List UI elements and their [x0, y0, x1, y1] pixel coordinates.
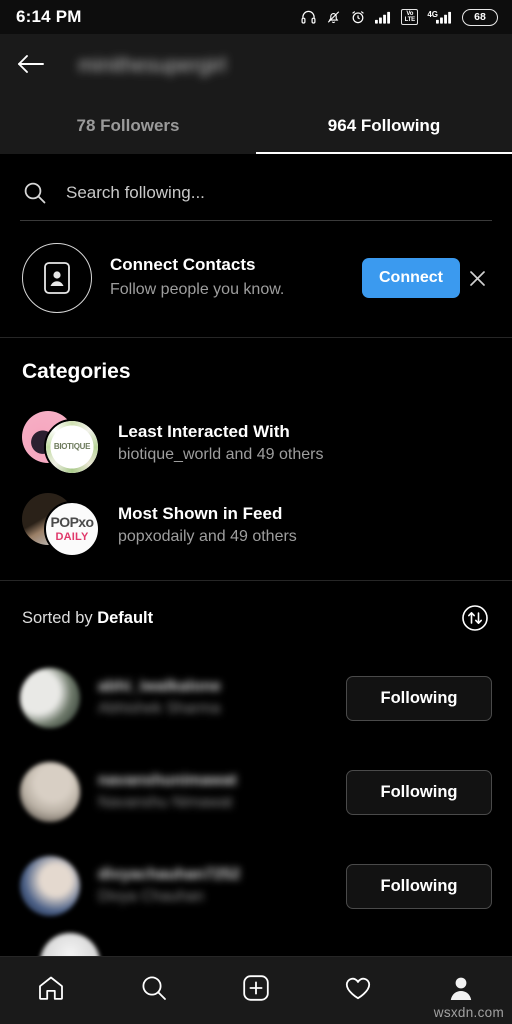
list-item-text: navanshunimawat Navanshu Nimawat [98, 772, 346, 812]
avatar-primary: POPxo DAILY [44, 501, 100, 557]
category-avatar-stack: POPxo DAILY [22, 493, 100, 557]
nav-search[interactable] [102, 973, 204, 1008]
connect-contacts-card[interactable]: Connect Contacts Follow people you know.… [0, 221, 512, 337]
popxo-logo-primary: POPxo [50, 514, 95, 530]
biotique-logo-text: BIOTIQUE [53, 441, 91, 451]
sort-label: Sorted by Default [22, 609, 153, 628]
category-text: Least Interacted With biotique_world and… [118, 422, 323, 464]
header-top-row: minithesupergirl [0, 34, 512, 98]
search-icon [139, 973, 169, 1008]
category-row-least-interacted[interactable]: BIOTIQUE Least Interacted With biotique_… [0, 402, 512, 484]
search-icon [20, 180, 50, 206]
nav-profile[interactable] [410, 973, 512, 1008]
alarm-clock-icon [350, 9, 366, 25]
status-bar-icons: Vo LTE 4G 68 [300, 8, 498, 26]
back-arrow-icon [16, 52, 46, 81]
list-item[interactable]: divyachauhan7252 Divya Chauhan Following [20, 839, 492, 933]
category-avatar-stack: BIOTIQUE [22, 411, 100, 475]
list-item-text: divyachauhan7252 Divya Chauhan [98, 866, 346, 906]
home-icon [36, 973, 66, 1008]
list-item-fullname: Divya Chauhan [98, 888, 204, 905]
connect-contacts-subtitle: Follow people you know. [110, 281, 285, 299]
popxo-logo-secondary: DAILY [55, 531, 89, 543]
category-subtitle: popxodaily and 49 others [118, 528, 297, 545]
tab-followers[interactable]: 78 Followers [0, 98, 256, 154]
following-button[interactable]: Following [346, 863, 492, 909]
activity-heart-icon [343, 973, 373, 1008]
screen-header: minithesupergirl 78 Followers 964 Follow… [0, 34, 512, 154]
status-bar-time: 6:14 PM [16, 7, 82, 26]
search-section [0, 154, 512, 221]
sort-prefix: Sorted by [22, 608, 98, 627]
sort-arrows-icon[interactable] [460, 603, 490, 633]
bell-muted-icon [326, 9, 341, 25]
connect-contacts-text: Connect Contacts Follow people you know. [110, 254, 362, 301]
sort-row[interactable]: Sorted by Default [0, 581, 512, 651]
signal-bars-icon [375, 10, 392, 24]
following-button[interactable]: Following [346, 769, 492, 815]
status-bar: 6:14 PM Vo LTE 4G 68 [0, 0, 512, 34]
add-post-icon [241, 973, 271, 1008]
nav-home[interactable] [0, 973, 102, 1008]
categories-section: Categories BIOTIQUE Least Interacted Wit… [0, 338, 512, 580]
category-subtitle: biotique_world and 49 others [118, 446, 324, 463]
followers-following-tabs: 78 Followers 964 Following [0, 98, 512, 154]
category-row-most-shown[interactable]: POPxo DAILY Most Shown in Feed popxodail… [0, 484, 512, 566]
connect-contacts-title: Connect Contacts [110, 255, 256, 275]
following-list: abhi_iwalkalone Abhishek Sharma Followin… [0, 651, 512, 993]
profile-username: minithesupergirl [78, 54, 227, 77]
list-item-fullname: Abhishek Sharma [98, 700, 221, 717]
search-row [20, 170, 492, 216]
contact-card-icon [22, 243, 92, 313]
avatar [20, 762, 80, 822]
list-item-username: navanshunimawat [98, 772, 237, 789]
profile-icon [446, 973, 476, 1008]
network-type-label: 4G [427, 10, 438, 19]
list-item-text: abhi_iwalkalone Abhishek Sharma [98, 678, 346, 718]
instagram-following-screen: 6:14 PM Vo LTE 4G 68 minithesupergirl 78… [0, 0, 512, 1024]
close-icon[interactable] [460, 270, 494, 287]
list-item-fullname: Navanshu Nimawat [98, 794, 233, 811]
sort-value: Default [97, 608, 154, 627]
connect-button[interactable]: Connect [362, 258, 460, 298]
nav-activity[interactable] [307, 973, 409, 1008]
headset-icon [300, 9, 317, 25]
back-button[interactable] [16, 46, 56, 86]
category-text: Most Shown in Feed popxodaily and 49 oth… [118, 504, 297, 546]
categories-heading: Categories [22, 360, 131, 383]
popxo-logo-text: POPxo DAILY [50, 514, 95, 543]
category-title: Most Shown in Feed [118, 504, 283, 523]
search-input[interactable] [66, 183, 492, 203]
bottom-navigation-bar: wsxdn.com [0, 956, 512, 1024]
battery-icon: 68 [462, 8, 498, 26]
following-button[interactable]: Following [346, 675, 492, 721]
volte-badge-icon: Vo LTE [401, 9, 419, 25]
list-item-username: abhi_iwalkalone [98, 678, 221, 695]
avatar [20, 668, 80, 728]
avatar [20, 856, 80, 916]
category-title: Least Interacted With [118, 422, 290, 441]
battery-level-label: 68 [474, 11, 486, 23]
signal-bars-4g-icon: 4G [427, 10, 453, 24]
nav-add-post[interactable] [205, 973, 307, 1008]
list-item[interactable]: navanshunimawat Navanshu Nimawat Followi… [20, 745, 492, 839]
list-item-username: divyachauhan7252 [98, 866, 241, 883]
tab-following[interactable]: 964 Following [256, 98, 512, 154]
avatar-primary: BIOTIQUE [44, 419, 100, 475]
watermark: wsxdn.com [433, 1005, 504, 1020]
list-item[interactable]: abhi_iwalkalone Abhishek Sharma Followin… [20, 651, 492, 745]
